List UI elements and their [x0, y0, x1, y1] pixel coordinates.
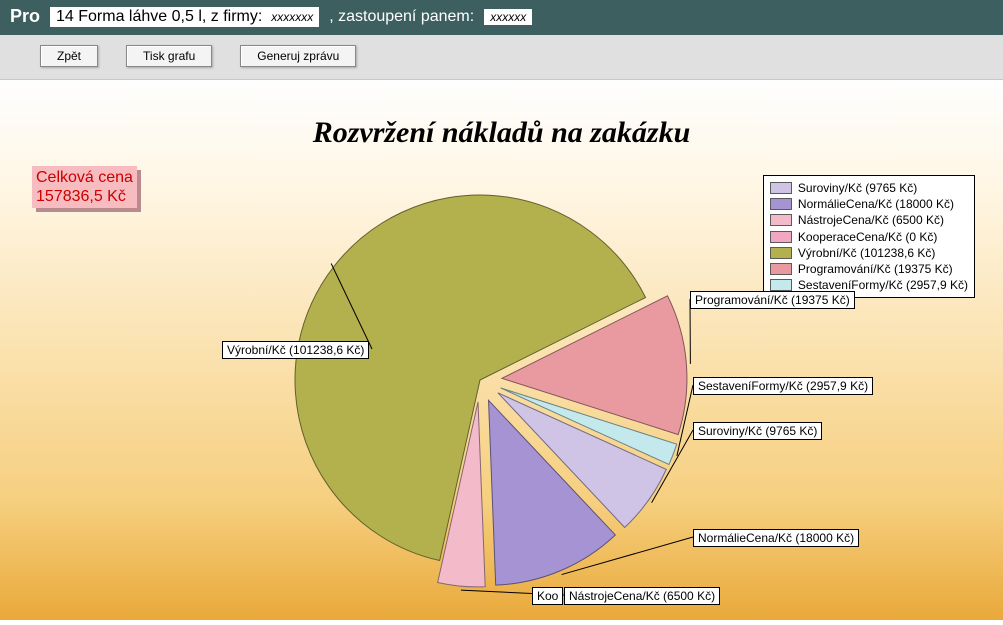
chart-area: Rozvržení nákladů na zakázku Celková cen…: [0, 80, 1003, 620]
legend-item: Výrobní/Kč (101238,6 Kč): [770, 245, 968, 261]
legend-swatch: [770, 279, 792, 291]
legend-item: Programování/Kč (19375 Kč): [770, 261, 968, 277]
legend: Suroviny/Kč (9765 Kč)NormálieCena/Kč (18…: [763, 175, 975, 298]
total-price-value: 157836,5 Kč: [36, 188, 126, 205]
legend-swatch: [770, 231, 792, 243]
legend-swatch: [770, 263, 792, 275]
header-company-masked: xxxxxxx: [271, 10, 313, 24]
header-pro: Pro: [10, 6, 40, 27]
legend-swatch: [770, 214, 792, 226]
slice-label: Koo: [532, 587, 563, 605]
slice-label: SestaveníFormy/Kč (2957,9 Kč): [693, 377, 873, 395]
legend-item: NástrojeCena/Kč (6500 Kč): [770, 212, 968, 228]
legend-label: NástrojeCena/Kč (6500 Kč): [798, 212, 944, 228]
legend-label: Programování/Kč (19375 Kč): [798, 261, 953, 277]
slice-label: NormálieCena/Kč (18000 Kč): [693, 529, 859, 547]
print-chart-button[interactable]: Tisk grafu: [126, 45, 212, 67]
legend-label: Výrobní/Kč (101238,6 Kč): [798, 245, 935, 261]
legend-swatch: [770, 198, 792, 210]
header-form-field: 14 Forma láhve 0,5 l, z firmy: xxxxxxx: [50, 7, 319, 27]
slice-label: NástrojeCena/Kč (6500 Kč): [564, 587, 720, 605]
total-price-box: Celková cena 157836,5 Kč: [32, 166, 137, 208]
legend-swatch: [770, 182, 792, 194]
slice-label: Výrobní/Kč (101238,6 Kč): [222, 341, 369, 359]
chart-title: Rozvržení nákladů na zakázku: [0, 116, 1003, 150]
toolbar: Zpět Tisk grafu Generuj zprávu: [0, 35, 1003, 80]
header-form-text: 14 Forma láhve 0,5 l, z firmy:: [56, 8, 262, 25]
legend-swatch: [770, 247, 792, 259]
legend-item: Suroviny/Kč (9765 Kč): [770, 180, 968, 196]
legend-label: Suroviny/Kč (9765 Kč): [798, 180, 917, 196]
generate-report-button[interactable]: Generuj zprávu: [240, 45, 356, 67]
header-rep-field: xxxxxx: [484, 9, 532, 25]
back-button[interactable]: Zpět: [40, 45, 98, 67]
slice-label: Suroviny/Kč (9765 Kč): [693, 422, 822, 440]
legend-label: KooperaceCena/Kč (0 Kč): [798, 229, 937, 245]
slice-label: Programování/Kč (19375 Kč): [690, 291, 855, 309]
legend-label: NormálieCena/Kč (18000 Kč): [798, 196, 954, 212]
legend-item: NormálieCena/Kč (18000 Kč): [770, 196, 968, 212]
header-rep-text: , zastoupení panem:: [329, 8, 474, 26]
header-bar: Pro 14 Forma láhve 0,5 l, z firmy: xxxxx…: [0, 0, 1003, 35]
legend-item: KooperaceCena/Kč (0 Kč): [770, 229, 968, 245]
total-price-label: Celková cena: [36, 169, 133, 186]
